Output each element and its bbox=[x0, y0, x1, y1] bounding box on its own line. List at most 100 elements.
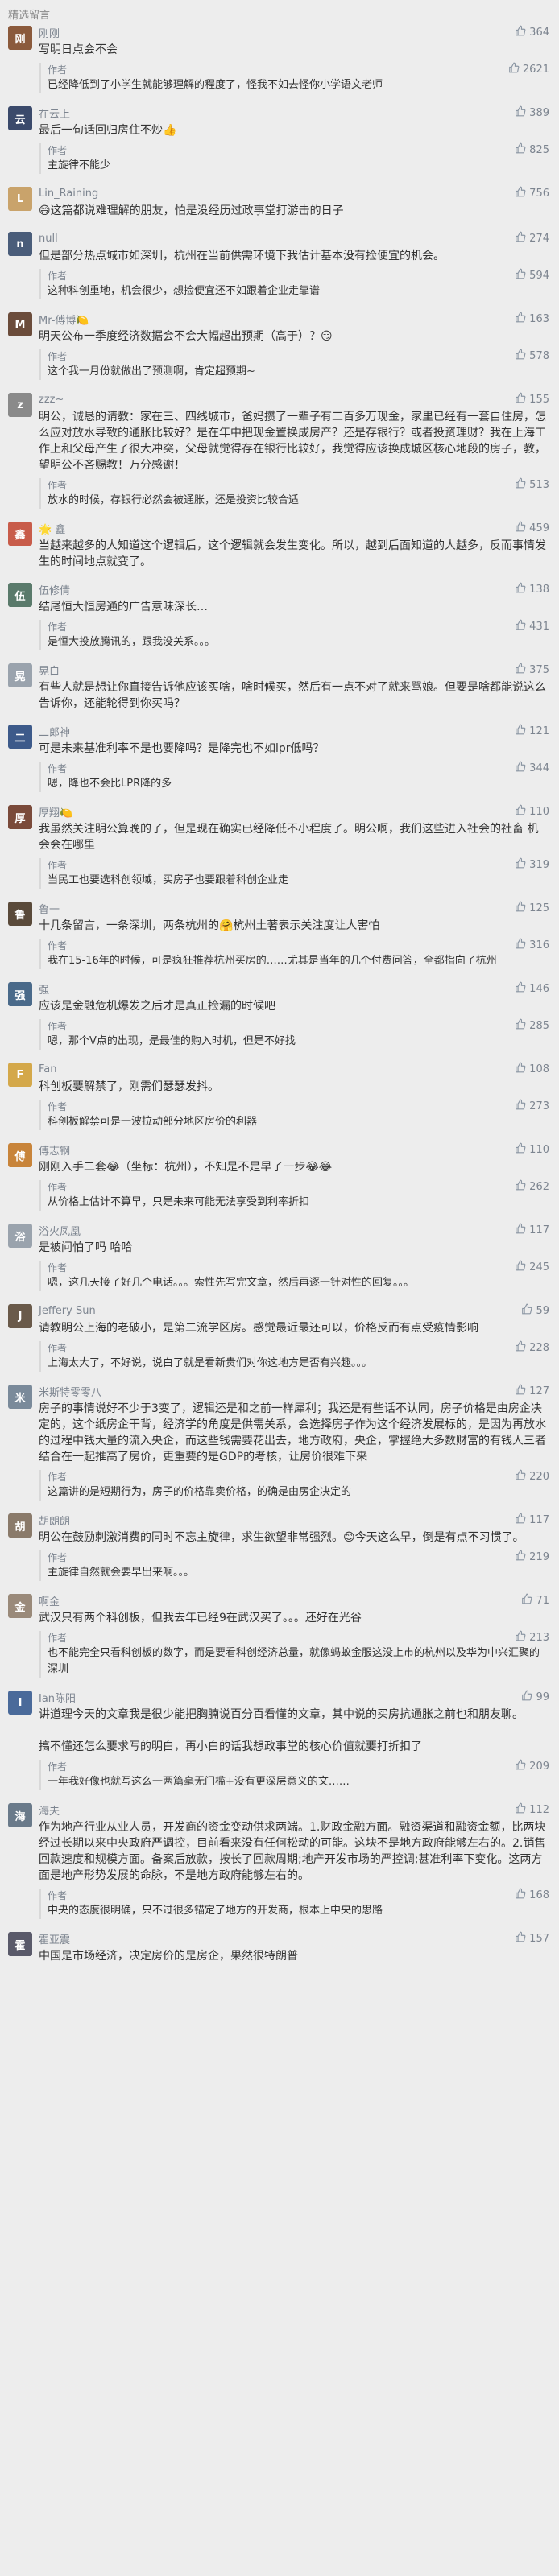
comment-header: 伍修倩 138 bbox=[39, 582, 549, 597]
author-label: 作者 bbox=[48, 762, 68, 774]
commenter-nickname[interactable]: 浴火凤凰 bbox=[39, 1223, 81, 1238]
avatar[interactable]: 傅 bbox=[8, 1143, 32, 1167]
like-button[interactable]: 157 bbox=[515, 1931, 549, 1946]
reply-like-button[interactable]: 168 bbox=[515, 1888, 549, 1902]
commenter-nickname[interactable]: 厚翔🍋 bbox=[39, 804, 72, 819]
reply-like-button[interactable]: 578 bbox=[515, 349, 549, 363]
reply-like-button[interactable]: 285 bbox=[515, 1018, 549, 1033]
commenter-nickname[interactable]: Jeffery Sun bbox=[39, 1305, 96, 1317]
avatar[interactable]: 晃 bbox=[8, 663, 32, 687]
comment-header: 啊金 71 bbox=[39, 1593, 549, 1608]
commenter-nickname[interactable]: 刚刚 bbox=[39, 25, 60, 40]
reply-like-button[interactable]: 220 bbox=[515, 1469, 549, 1484]
commenter-nickname[interactable]: 二郎神 bbox=[39, 724, 70, 739]
like-button[interactable]: 71 bbox=[521, 1593, 549, 1608]
avatar[interactable]: 厚 bbox=[8, 805, 32, 829]
like-button[interactable]: 146 bbox=[515, 981, 549, 996]
avatar[interactable]: 海 bbox=[8, 1803, 32, 1827]
comment-body: Jeffery Sun 59 请教明公上海的老破小，是第二流学区房。感觉最近最还可以… bbox=[39, 1303, 549, 1372]
avatar[interactable]: M bbox=[8, 312, 32, 336]
avatar[interactable]: 伍 bbox=[8, 583, 32, 607]
like-button[interactable]: 108 bbox=[515, 1062, 549, 1076]
commenter-nickname[interactable]: Fan bbox=[39, 1063, 57, 1075]
commenter-nickname[interactable]: 傅志钢 bbox=[39, 1142, 70, 1158]
like-button[interactable]: 112 bbox=[515, 1802, 549, 1817]
reply-like-button[interactable]: 228 bbox=[515, 1340, 549, 1355]
avatar[interactable]: F bbox=[8, 1063, 32, 1087]
avatar[interactable]: L bbox=[8, 187, 32, 211]
comment-body: 二郎神 121 可是未来基准利率不是也要降吗？是降完也不如lpr低吗？ 作者 344 嗯，… bbox=[39, 724, 549, 792]
commenter-nickname[interactable]: 霍亚震 bbox=[39, 1931, 70, 1946]
like-button[interactable]: 163 bbox=[515, 312, 549, 326]
commenter-nickname[interactable]: Ian陈阳 bbox=[39, 1690, 76, 1705]
reply-like-button[interactable]: 316 bbox=[515, 938, 549, 952]
reply-like-button[interactable]: 262 bbox=[515, 1179, 549, 1194]
commenter-nickname[interactable]: 米斯特零零八 bbox=[39, 1384, 101, 1399]
reply-like-button[interactable]: 209 bbox=[515, 1759, 549, 1773]
reply-like-button[interactable]: 2621 bbox=[508, 62, 549, 76]
commenter-nickname[interactable]: 🌟 鑫 bbox=[39, 521, 65, 536]
avatar[interactable]: 二 bbox=[8, 724, 32, 749]
reply-like-button[interactable]: 319 bbox=[515, 857, 549, 872]
like-button[interactable]: 364 bbox=[515, 25, 549, 39]
reply-like-button[interactable]: 825 bbox=[515, 142, 549, 157]
avatar[interactable]: J bbox=[8, 1304, 32, 1328]
like-button[interactable]: 125 bbox=[515, 901, 549, 915]
like-button[interactable]: 117 bbox=[515, 1223, 549, 1237]
avatar[interactable]: 鲁 bbox=[8, 902, 32, 926]
avatar[interactable]: 鑫 bbox=[8, 522, 32, 546]
like-button[interactable]: 138 bbox=[515, 582, 549, 597]
avatar[interactable]: 胡 bbox=[8, 1513, 32, 1538]
reply-like-button[interactable]: 213 bbox=[515, 1630, 549, 1645]
reply-like-button[interactable]: 344 bbox=[515, 761, 549, 775]
avatar[interactable]: 云 bbox=[8, 106, 32, 130]
commenter-nickname[interactable]: 胡朗朗 bbox=[39, 1513, 70, 1528]
like-button[interactable]: 756 bbox=[515, 186, 549, 200]
like-button[interactable]: 121 bbox=[515, 724, 549, 738]
commenter-nickname[interactable]: 在云上 bbox=[39, 105, 70, 121]
avatar[interactable]: 米 bbox=[8, 1385, 32, 1409]
author-label: 作者 bbox=[48, 621, 68, 633]
comment-header: null 274 bbox=[39, 231, 549, 246]
avatar[interactable]: 金 bbox=[8, 1594, 32, 1618]
thumbs-up-icon bbox=[515, 1469, 529, 1484]
like-button[interactable]: 155 bbox=[515, 392, 549, 407]
avatar[interactable]: 刚 bbox=[8, 26, 32, 50]
author-reply: 作者 344 嗯，降也不会比LPR降的多 bbox=[39, 761, 549, 792]
comment-header: 二郎神 121 bbox=[39, 724, 549, 739]
commenter-nickname[interactable]: 伍修倩 bbox=[39, 582, 70, 597]
commenter-nickname[interactable]: Lin_Raining bbox=[39, 188, 98, 200]
commenter-nickname[interactable]: 晃白 bbox=[39, 663, 60, 678]
reply-like-button[interactable]: 245 bbox=[515, 1260, 549, 1274]
commenter-nickname[interactable]: 强 bbox=[39, 981, 49, 997]
comment-item: 金啊金 71 武汉只有两个科创板，但我去年已经9在武汉买了。。。还好在光谷 作者 213… bbox=[0, 1587, 559, 1684]
like-button[interactable]: 127 bbox=[515, 1384, 549, 1398]
commenter-nickname[interactable]: zzz~ bbox=[39, 394, 64, 406]
like-button[interactable]: 375 bbox=[515, 663, 549, 677]
avatar[interactable]: n bbox=[8, 232, 32, 256]
like-button[interactable]: 117 bbox=[515, 1513, 549, 1527]
reply-like-button[interactable]: 219 bbox=[515, 1550, 549, 1564]
like-button[interactable]: 99 bbox=[521, 1690, 549, 1704]
commenter-nickname[interactable]: Mr-傅博🍋 bbox=[39, 312, 89, 327]
like-button[interactable]: 59 bbox=[521, 1303, 549, 1318]
like-button[interactable]: 274 bbox=[515, 231, 549, 246]
avatar[interactable]: 霍 bbox=[8, 1932, 32, 1956]
like-button[interactable]: 389 bbox=[515, 105, 549, 120]
avatar[interactable]: 强 bbox=[8, 982, 32, 1006]
avatar[interactable]: I bbox=[8, 1690, 32, 1715]
like-button[interactable]: 110 bbox=[515, 1142, 549, 1157]
comment-item: 傅傅志钢 110 刚刚入手二套😂（坐标：杭州），不知是不是早了一步😂😂 作者 262 从价… bbox=[0, 1137, 559, 1217]
commenter-nickname[interactable]: 海夫 bbox=[39, 1802, 60, 1818]
avatar[interactable]: 浴 bbox=[8, 1224, 32, 1248]
reply-like-button[interactable]: 273 bbox=[515, 1099, 549, 1113]
reply-like-button[interactable]: 431 bbox=[515, 619, 549, 634]
commenter-nickname[interactable]: 鲁一 bbox=[39, 901, 60, 916]
like-button[interactable]: 459 bbox=[515, 521, 549, 535]
commenter-nickname[interactable]: null bbox=[39, 233, 58, 245]
reply-like-button[interactable]: 594 bbox=[515, 268, 549, 283]
commenter-nickname[interactable]: 啊金 bbox=[39, 1593, 60, 1608]
reply-like-button[interactable]: 513 bbox=[515, 477, 549, 492]
avatar[interactable]: z bbox=[8, 393, 32, 417]
like-button[interactable]: 110 bbox=[515, 804, 549, 819]
